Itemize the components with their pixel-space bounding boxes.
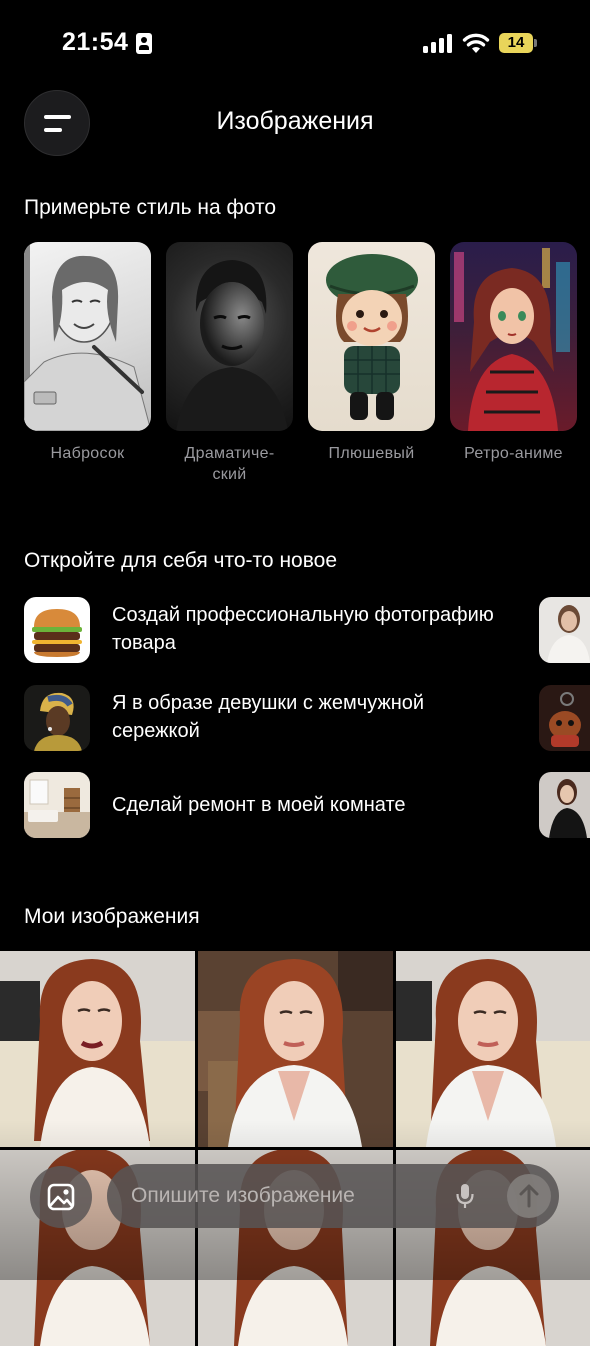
gallery-image[interactable] (0, 951, 195, 1147)
contact-card-icon (136, 33, 152, 54)
battery-level: 14 (507, 34, 525, 51)
attach-image-button[interactable] (30, 1166, 92, 1228)
style-card-retro-anime[interactable]: Ретро-аниме (450, 242, 577, 464)
microphone-icon[interactable] (455, 1183, 475, 1209)
discover-item-text: Сделай ремонт в моей комнате (112, 794, 406, 816)
gallery-section-title: Мои изображения (24, 905, 200, 928)
sketch-style-image (24, 242, 151, 431)
discover-side-thumb-toy[interactable] (539, 685, 590, 751)
style-label: Драматиче- ский (184, 445, 275, 483)
discover-item-pearl-earring[interactable]: Я в образе девушки с жемчужной сережкой (24, 685, 524, 751)
discover-side-thumb-woman[interactable] (539, 772, 590, 838)
room-interior-image (24, 772, 90, 838)
dramatic-style-image (166, 242, 293, 431)
gallery-image[interactable] (198, 951, 393, 1147)
style-label: Ретро-аниме (464, 445, 563, 462)
discover-item-product-photo[interactable]: Создай профессиональную фотографию товар… (24, 597, 524, 663)
page-title: Изображения (216, 107, 374, 135)
style-card-plush[interactable]: Плюшевый (308, 242, 435, 464)
style-card-sketch[interactable]: Набросок (24, 242, 151, 464)
arrow-up-icon (519, 1184, 539, 1208)
prompt-placeholder: Опишите изображение (131, 1184, 355, 1207)
style-label: Плюшевый (328, 445, 415, 462)
retro-anime-style-image (450, 242, 577, 431)
burger-image (24, 597, 90, 663)
pearl-earring-portrait (24, 685, 90, 751)
plush-style-image (308, 242, 435, 431)
cellular-signal-icon (423, 33, 453, 53)
styles-carousel[interactable]: Набросок Драматиче- ский Плюшевый Ретро-… (24, 242, 590, 492)
styles-section-title: Примерьте стиль на фото (24, 196, 277, 219)
discover-side-thumb-businesswoman[interactable] (539, 597, 590, 663)
style-card-dramatic[interactable]: Драматиче- ский (166, 242, 293, 485)
status-bar: 21:54 14 (0, 0, 590, 90)
discover-section-title: Откройте для себя что-то новое (24, 549, 338, 572)
battery-icon: 14 (499, 33, 537, 53)
status-time: 21:54 (62, 28, 129, 56)
send-button[interactable] (507, 1174, 551, 1218)
discover-item-room-renovation[interactable]: Сделай ремонт в моей комнате (24, 772, 524, 838)
wifi-icon (462, 33, 490, 53)
image-icon (47, 1183, 75, 1211)
style-label: Набросок (50, 445, 125, 462)
prompt-input[interactable]: Опишите изображение (107, 1164, 559, 1228)
gallery-image[interactable] (396, 951, 590, 1147)
discover-item-text: Я в образе девушки с жемчужной сережкой (112, 692, 425, 742)
discover-item-text: Создай профессиональную фотографию товар… (112, 604, 494, 654)
